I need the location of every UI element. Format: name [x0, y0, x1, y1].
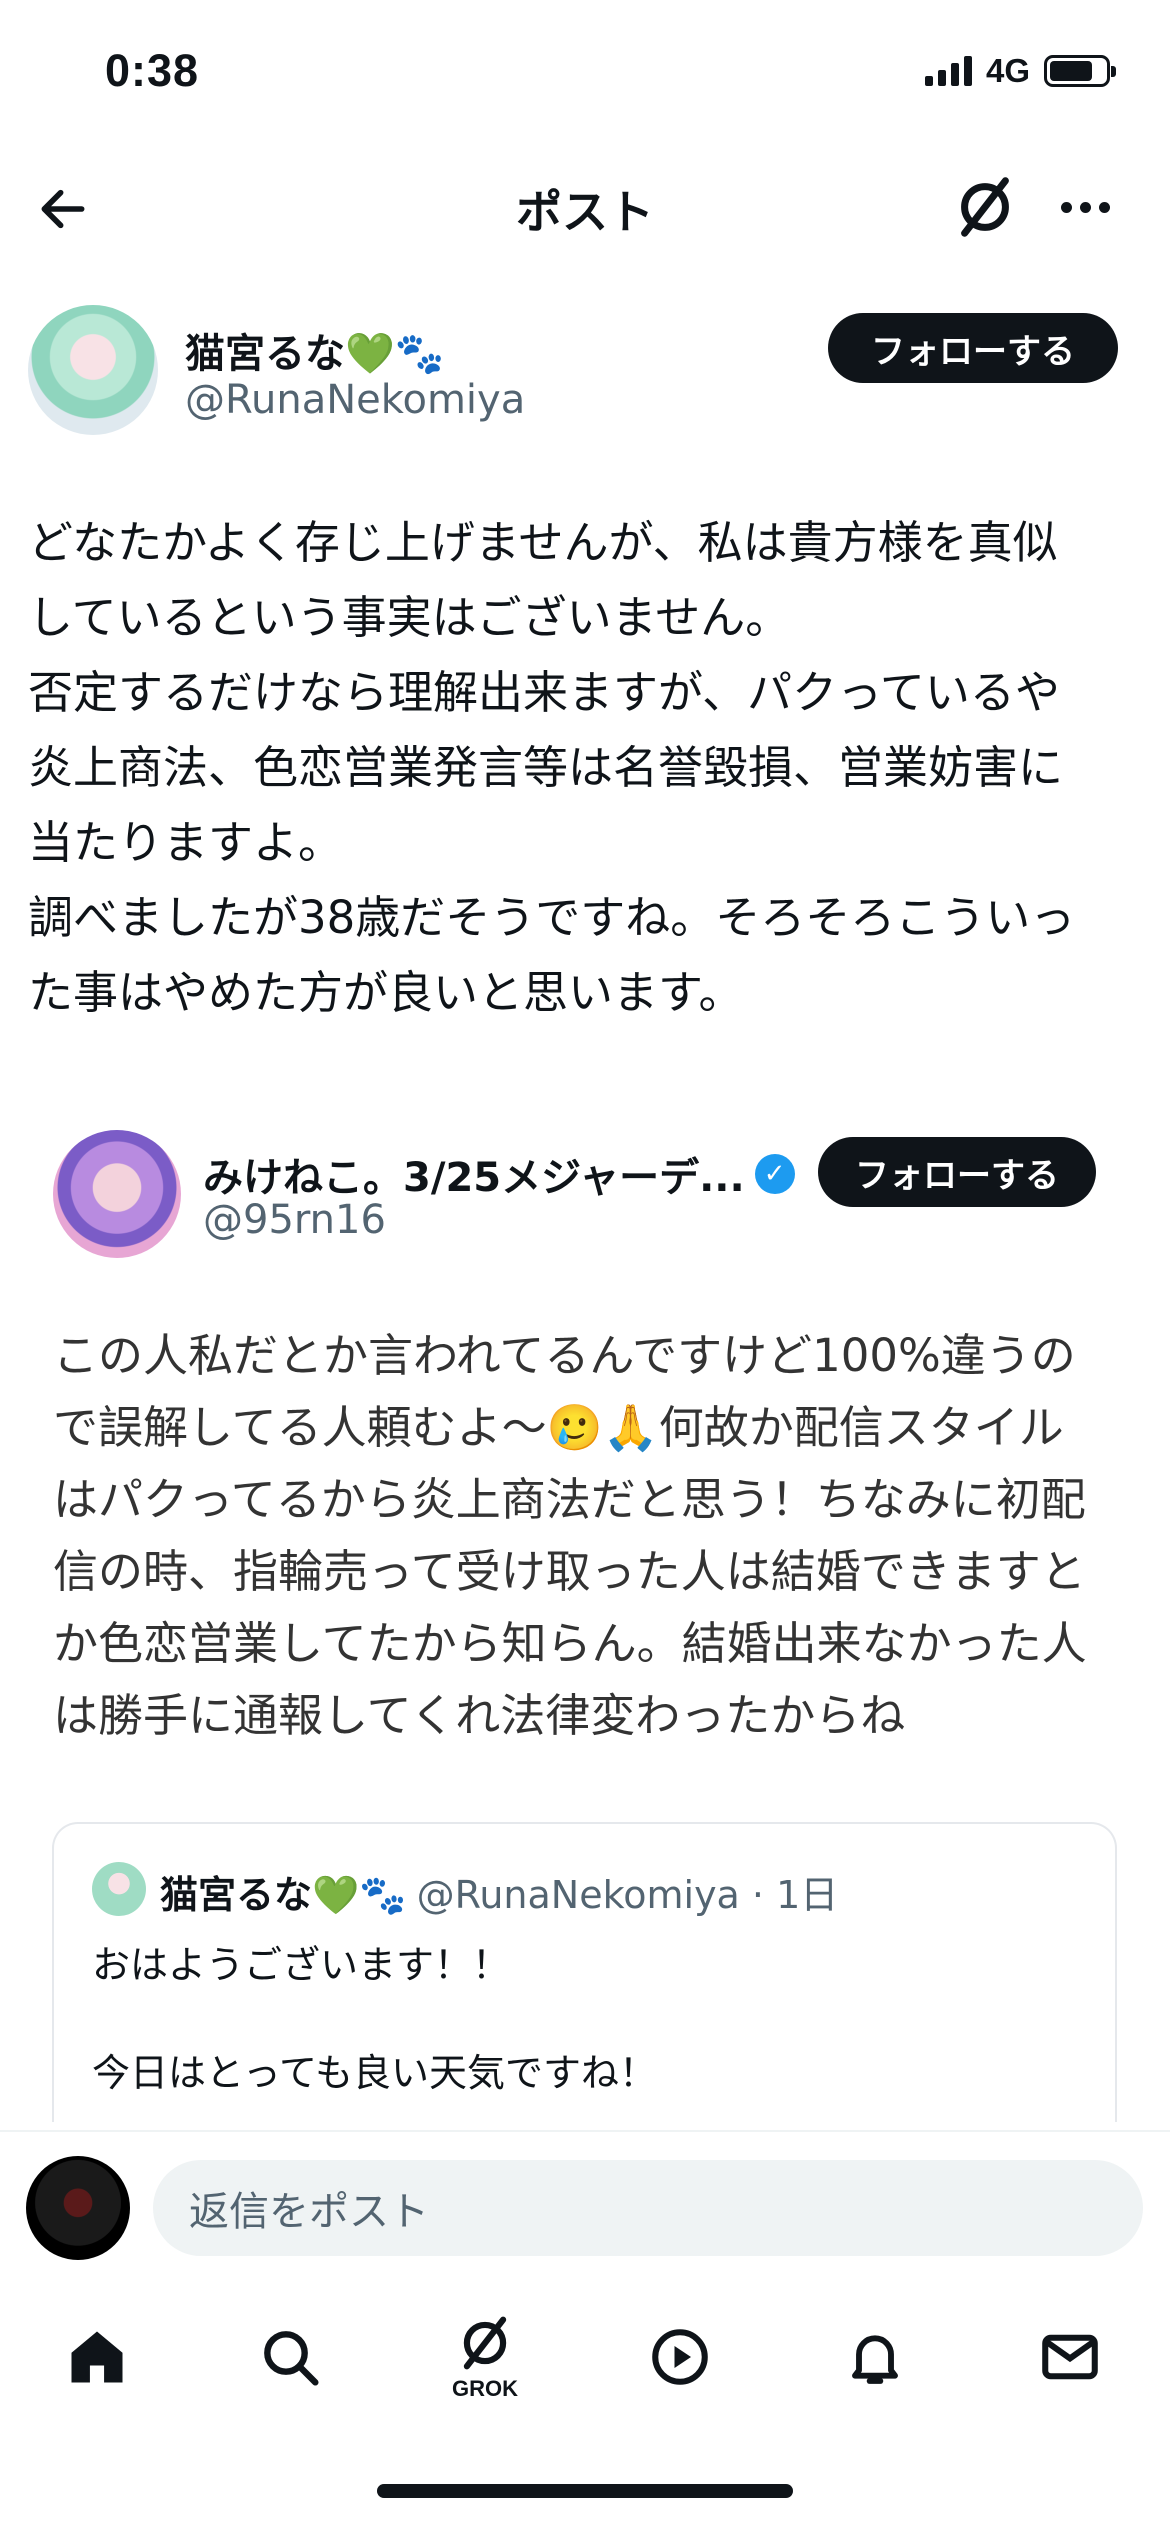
- avatar[interactable]: [28, 305, 158, 435]
- status-time: 0:38: [105, 45, 200, 96]
- grok-button[interactable]: [950, 172, 1020, 242]
- quoted-follow-button[interactable]: フォローする: [818, 1137, 1096, 1207]
- follow-button[interactable]: フォローする: [828, 313, 1118, 383]
- reply-input[interactable]: 返信をポスト: [153, 2160, 1143, 2256]
- quoted-author-handle[interactable]: @95rn16: [203, 1197, 386, 1243]
- tab-search[interactable]: [245, 2307, 335, 2407]
- signal-icon: [924, 56, 972, 86]
- post-text: どなたかよく存じ上げませんが、私は貴方様を真似 しているという事実はございません…: [28, 516, 1076, 1019]
- battery-icon: [1044, 55, 1116, 87]
- status-indicators: 4G: [924, 52, 1116, 90]
- bell-icon: [852, 2335, 898, 2384]
- quoted-avatar[interactable]: [53, 1130, 181, 1258]
- nested-handle-time: @RunaNekomiya · 1日: [416, 1873, 839, 1917]
- status-bar: 0:38 4G: [0, 0, 1170, 150]
- user-avatar[interactable]: [26, 2156, 130, 2260]
- tab-messages[interactable]: [1025, 2307, 1115, 2407]
- nested-quote-card[interactable]: 猫宮るな💚🐾 @RunaNekomiya · 1日 おはようございます！！ 今日…: [52, 1822, 1117, 2122]
- tab-bar: GROK: [0, 2285, 1170, 2430]
- mail-icon: [1042, 2334, 1098, 2380]
- more-dot-icon: [1060, 201, 1072, 213]
- tab-notifications[interactable]: [830, 2307, 920, 2407]
- post-header: ポスト: [0, 150, 1170, 265]
- verified-badge-icon: ✓: [754, 1154, 795, 1194]
- home-indicator[interactable]: [377, 2484, 793, 2498]
- author-name[interactable]: 猫宮るな💚🐾: [185, 321, 445, 379]
- nested-header: 猫宮るな💚🐾 @RunaNekomiya · 1日: [160, 1864, 838, 1919]
- search-icon: [264, 2331, 319, 2386]
- grok-icon: [463, 2316, 507, 2370]
- author-handle[interactable]: @RunaNekomiya: [185, 377, 525, 423]
- quoted-name-text: みけねこ。3/25メジャーデ...: [203, 1155, 745, 1201]
- grok-label: GROK: [452, 2376, 518, 2401]
- play-icon: [652, 2329, 708, 2385]
- tab-video[interactable]: [635, 2307, 725, 2407]
- nested-avatar: [92, 1862, 146, 1916]
- author-row: 猫宮るな💚🐾 @RunaNekomiya フォローする: [0, 305, 1170, 445]
- tab-grok[interactable]: GROK: [440, 2307, 530, 2407]
- nested-text-line: おはようございます！！: [92, 1943, 511, 1987]
- quoted-text: この人私だとか言われてるんですけど100%違うの で誤解してる人頼むよ〜🥲🙏何故…: [53, 1329, 1087, 1742]
- nested-author-name: 猫宮るな💚🐾: [160, 1873, 407, 1917]
- tab-home[interactable]: [52, 2307, 142, 2407]
- network-label: 4G: [985, 52, 1030, 89]
- grok-icon: [961, 177, 1009, 237]
- home-icon: [71, 2331, 123, 2383]
- quoted-author-name[interactable]: みけねこ。3/25メジャーデ... ✓: [203, 1145, 795, 1203]
- reply-bar: 返信をポスト: [0, 2130, 1170, 2275]
- more-button[interactable]: [1050, 172, 1120, 242]
- nested-text-line: 今日はとっても良い天気ですね！: [92, 2051, 658, 2095]
